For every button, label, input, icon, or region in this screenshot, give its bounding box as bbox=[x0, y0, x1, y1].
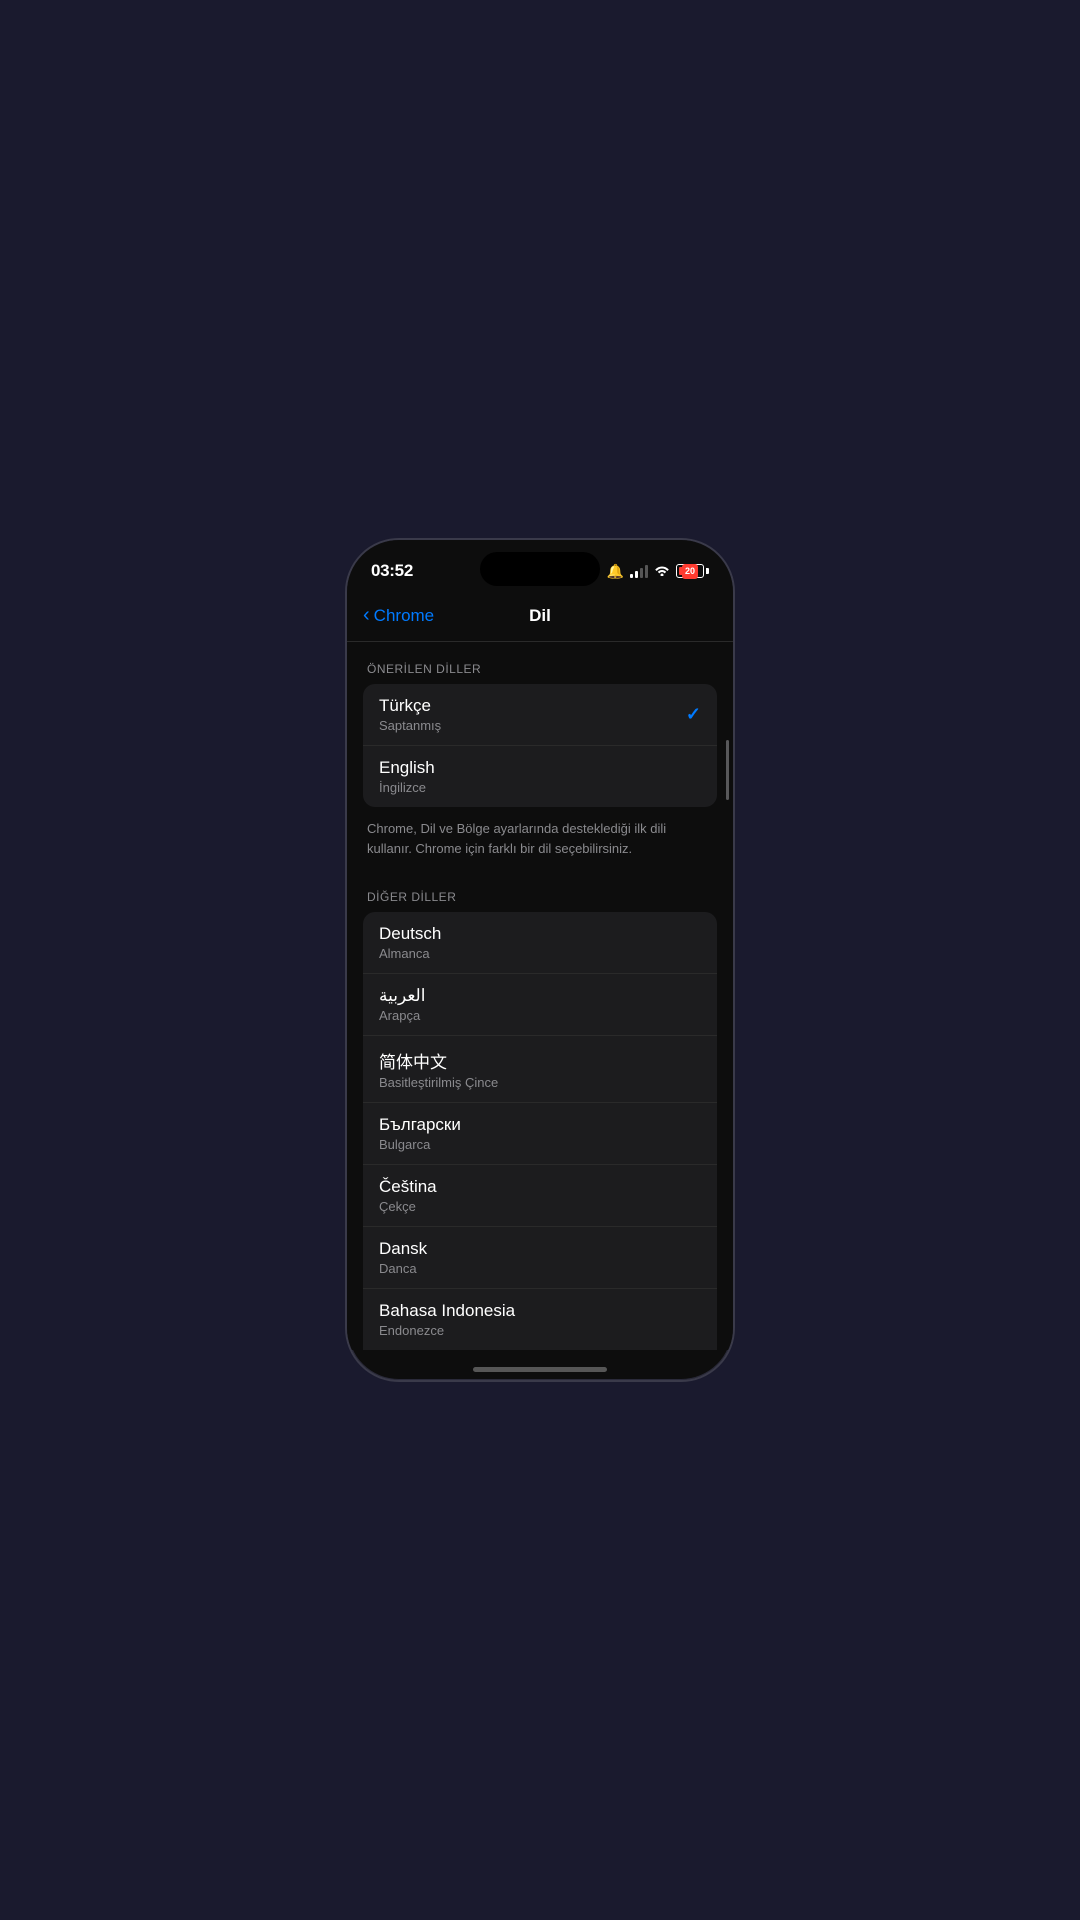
language-text-czech: Čeština Çekçe bbox=[379, 1177, 437, 1214]
language-text-english: English İngilizce bbox=[379, 758, 435, 795]
battery-body: 20 bbox=[676, 564, 704, 578]
language-text-turkish: Türkçe Saptanmış bbox=[379, 696, 441, 733]
language-text-deutsch: Deutsch Almanca bbox=[379, 924, 441, 961]
language-subtitle-turkish: Saptanmış bbox=[379, 718, 441, 733]
status-time: 03:52 bbox=[371, 561, 413, 581]
back-label: Chrome bbox=[374, 606, 434, 626]
recommended-description: Chrome, Dil ve Bölge ayarlarında destekl… bbox=[347, 807, 733, 870]
wifi-icon bbox=[654, 563, 670, 579]
page-title: Dil bbox=[529, 606, 551, 626]
language-name-turkish: Türkçe bbox=[379, 696, 441, 716]
language-item-chinese[interactable]: 简体中文 Basitleştirilmiş Çince bbox=[363, 1036, 717, 1103]
language-subtitle-arabic: Arapça bbox=[379, 1008, 425, 1023]
language-subtitle-deutsch: Almanca bbox=[379, 946, 441, 961]
language-text-bulgarian: Български Bulgarca bbox=[379, 1115, 461, 1152]
back-button[interactable]: ‹ Chrome bbox=[363, 605, 434, 627]
scrollbar[interactable] bbox=[726, 740, 729, 800]
home-indicator bbox=[473, 1367, 607, 1372]
language-item-arabic[interactable]: العربية Arapça bbox=[363, 974, 717, 1036]
language-name-indonesian: Bahasa Indonesia bbox=[379, 1301, 515, 1321]
language-subtitle-english: İngilizce bbox=[379, 780, 435, 795]
language-name-danish: Dansk bbox=[379, 1239, 427, 1259]
language-item-bulgarian[interactable]: Български Bulgarca bbox=[363, 1103, 717, 1165]
language-name-chinese: 简体中文 bbox=[379, 1048, 498, 1073]
language-subtitle-bulgarian: Bulgarca bbox=[379, 1137, 461, 1152]
language-item-indonesian[interactable]: Bahasa Indonesia Endonezce bbox=[363, 1289, 717, 1350]
recommended-languages-list: Türkçe Saptanmış ✓ English İngilizce bbox=[363, 684, 717, 807]
language-text-danish: Dansk Danca bbox=[379, 1239, 427, 1276]
language-subtitle-danish: Danca bbox=[379, 1261, 427, 1276]
other-section-header: DİĞER DİLLER bbox=[347, 870, 733, 912]
signal-bars bbox=[630, 564, 648, 578]
language-subtitle-czech: Çekçe bbox=[379, 1199, 437, 1214]
language-name-czech: Čeština bbox=[379, 1177, 437, 1197]
signal-bar-4 bbox=[645, 565, 648, 578]
language-text-chinese: 简体中文 Basitleştirilmiş Çince bbox=[379, 1048, 498, 1090]
dynamic-island bbox=[480, 552, 600, 586]
back-chevron-icon: ‹ bbox=[363, 604, 370, 627]
language-name-bulgarian: Български bbox=[379, 1115, 461, 1135]
language-name-arabic: العربية bbox=[379, 986, 425, 1006]
other-languages-list: Deutsch Almanca العربية Arapça 简体中文 Basi… bbox=[363, 912, 717, 1350]
battery: 20 bbox=[676, 564, 709, 578]
signal-bar-3 bbox=[640, 568, 643, 578]
language-subtitle-chinese: Basitleştirilmiş Çince bbox=[379, 1075, 498, 1090]
bell-icon: 🔔 bbox=[607, 563, 624, 580]
language-item-deutsch[interactable]: Deutsch Almanca bbox=[363, 912, 717, 974]
language-text-arabic: العربية Arapça bbox=[379, 986, 425, 1023]
language-text-indonesian: Bahasa Indonesia Endonezce bbox=[379, 1301, 515, 1338]
signal-bar-1 bbox=[630, 574, 633, 578]
language-item-danish[interactable]: Dansk Danca bbox=[363, 1227, 717, 1289]
battery-badge: 20 bbox=[682, 564, 698, 579]
status-icons: 🔔 20 bbox=[607, 563, 709, 580]
battery-tip bbox=[706, 568, 709, 574]
recommended-section-header: ÖNERİLEN DİLLER bbox=[347, 642, 733, 684]
signal-bar-2 bbox=[635, 571, 638, 578]
nav-bar: ‹ Chrome Dil bbox=[347, 590, 733, 642]
language-item-english[interactable]: English İngilizce bbox=[363, 746, 717, 807]
language-name-english: English bbox=[379, 758, 435, 778]
language-name-deutsch: Deutsch bbox=[379, 924, 441, 944]
content-area: ÖNERİLEN DİLLER Türkçe Saptanmış ✓ Engli… bbox=[347, 642, 733, 1350]
language-item-turkish[interactable]: Türkçe Saptanmış ✓ bbox=[363, 684, 717, 746]
phone-frame: 03:52 🔔 20 bbox=[345, 538, 735, 1382]
language-item-czech[interactable]: Čeština Çekçe bbox=[363, 1165, 717, 1227]
checkmark-icon: ✓ bbox=[686, 704, 701, 725]
language-subtitle-indonesian: Endonezce bbox=[379, 1323, 515, 1338]
